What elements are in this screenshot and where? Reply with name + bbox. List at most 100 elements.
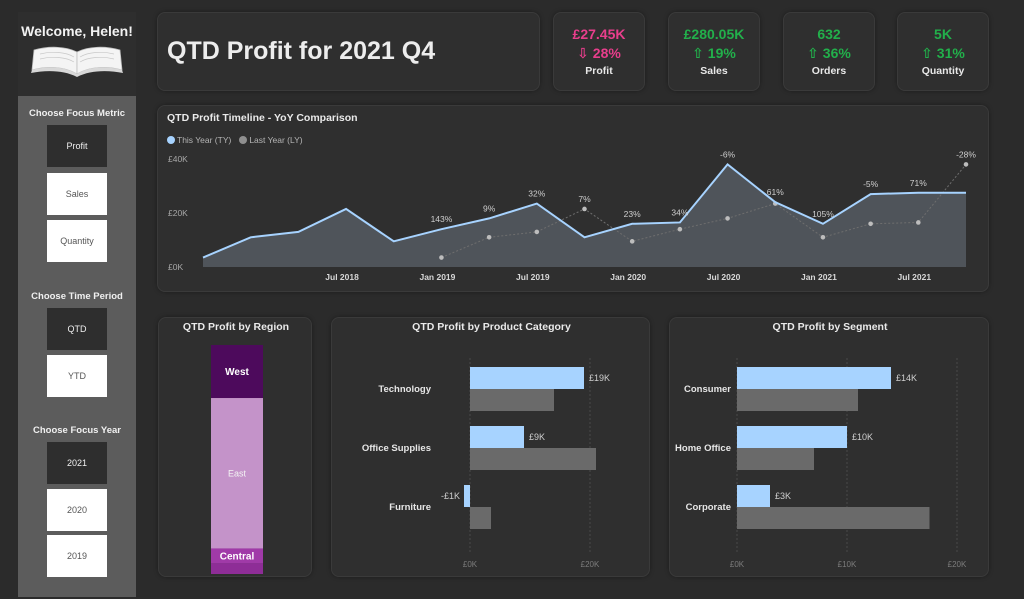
last-year-bar	[737, 389, 858, 411]
data-label: £19K	[589, 373, 610, 383]
period-button-ytd[interactable]: YTD	[47, 355, 107, 397]
x-tick-label: Jul 2018	[325, 272, 359, 282]
last-year-point	[963, 162, 969, 167]
data-label: £3K	[775, 491, 791, 501]
region-label: Central	[220, 551, 255, 562]
region-chart-card: QTD Profit by Region West East Central	[158, 317, 312, 577]
timeline-chart: £0K £20K £40K 143% 9% 32% 7% 23% 34% -6% 61% 105% -5…	[168, 149, 976, 282]
metric-button-profit[interactable]: Profit	[47, 125, 107, 167]
this-year-bar	[470, 367, 584, 389]
year-option-label: 2020	[66, 505, 88, 515]
yoy-label: 32%	[528, 189, 545, 199]
kpi-value: 5K	[934, 26, 952, 42]
segment-chart: £0K £10K £20K Consumer £14K Home Office £10K Co…	[675, 358, 967, 569]
metric-option-label: Quantity	[60, 236, 94, 246]
last-year-point	[629, 239, 635, 244]
x-tick-label: Jan 2021	[801, 272, 837, 282]
last-year-bar	[470, 389, 554, 411]
yoy-label: -28%	[956, 149, 976, 159]
kpi-change: ⇩ 28%	[577, 45, 621, 61]
region-label: East	[228, 469, 247, 479]
category-label: Corporate	[686, 502, 731, 513]
period-label: Choose Time Period	[31, 291, 123, 302]
category-chart-card: QTD Profit by Product Category £0K £20K Te…	[331, 317, 650, 577]
region-label: West	[225, 367, 249, 378]
this-year-bar	[737, 426, 847, 448]
data-label: £14K	[896, 373, 917, 383]
last-year-bar	[470, 448, 596, 470]
metric-button-quantity[interactable]: Quantity	[47, 220, 107, 262]
x-tick-label: £20K	[581, 560, 600, 569]
this-year-area	[203, 164, 966, 267]
kpi-change: ⇧ 19%	[692, 45, 736, 61]
year-label: Choose Focus Year	[33, 425, 121, 436]
metric-button-sales[interactable]: Sales	[47, 173, 107, 215]
last-year-point	[677, 226, 683, 232]
category-chart: £0K £20K Technology £19K Office Supplies £9K F…	[362, 358, 610, 569]
last-year-point	[439, 255, 444, 260]
kpi-card-sales: £280.05K ⇧ 19% Sales	[668, 12, 760, 91]
x-tick-label: Jul 2019	[516, 272, 550, 282]
data-label: -£1K	[441, 491, 460, 501]
period-option-label: YTD	[68, 371, 86, 381]
kpi-card-orders: 632 ⇧ 36% Orders	[783, 12, 875, 91]
data-label: £10K	[852, 432, 873, 442]
kpi-label: Quantity	[921, 65, 965, 77]
yoy-label: 34%	[671, 207, 688, 217]
yoy-label: -5%	[863, 179, 879, 189]
metric-option-label: Sales	[65, 189, 89, 199]
last-year-point	[868, 221, 873, 227]
kpi-change: ⇧ 36%	[807, 45, 851, 61]
title-card: QTD Profit for 2021 Q4	[157, 12, 540, 91]
x-tick-label: £0K	[730, 560, 745, 569]
kpi-label: Orders	[811, 65, 847, 77]
kpi-label: Profit	[585, 65, 613, 77]
last-year-point	[486, 235, 492, 240]
category-label: Office Supplies	[362, 443, 431, 454]
year-button-2020[interactable]: 2020	[47, 489, 107, 531]
period-button-qtd[interactable]: QTD	[47, 308, 107, 350]
year-button-2021[interactable]: 2021	[47, 442, 107, 484]
sidebar: Welcome, Helen! Choose Focus Metric Prof…	[18, 12, 136, 597]
data-label: £9K	[529, 432, 545, 442]
this-year-bar	[470, 426, 524, 448]
segment-chart-card: QTD Profit by Segment £0K £10K £20K Consume…	[669, 317, 989, 577]
sidebar-header: Welcome, Helen!	[18, 12, 136, 96]
category-label: Technology	[378, 384, 431, 395]
category-label: Home Office	[675, 443, 731, 454]
x-tick-label: Jul 2020	[707, 272, 741, 282]
yoy-label: 7%	[578, 194, 591, 204]
this-year-bar	[737, 485, 770, 507]
period-option-label: QTD	[67, 324, 87, 334]
last-year-point	[725, 216, 730, 221]
kpi-value: £27.45K	[572, 26, 626, 42]
kpi-change: ⇧ 31%	[921, 45, 965, 61]
yoy-label: 143%	[431, 214, 453, 224]
last-year-point	[916, 220, 921, 225]
open-book-icon	[31, 46, 123, 77]
kpi-value: 632	[817, 26, 841, 42]
this-year-bar	[464, 485, 470, 507]
last-year-point	[582, 206, 587, 212]
y-tick-label: £20K	[168, 208, 188, 218]
x-tick-label: £20K	[948, 560, 967, 569]
category-label: Consumer	[684, 384, 731, 395]
year-button-2019[interactable]: 2019	[47, 535, 107, 577]
yoy-label: 9%	[483, 203, 496, 213]
metric-label: Choose Focus Metric	[28, 108, 126, 119]
last-year-bar	[737, 507, 930, 529]
last-year-point	[820, 235, 826, 240]
y-tick-label: £0K	[168, 262, 183, 272]
kpi-card-quantity: 5K ⇧ 31% Quantity	[897, 12, 989, 91]
region-chart: West East Central	[211, 345, 263, 574]
yoy-label: -6%	[720, 149, 736, 159]
category-label: Furniture	[389, 502, 431, 513]
y-tick-label: £40K	[168, 154, 188, 164]
yoy-label: 71%	[910, 178, 927, 188]
last-year-bar	[470, 507, 491, 529]
yoy-label: 105%	[812, 209, 834, 219]
welcome-text: Welcome, Helen!	[21, 23, 133, 39]
kpi-value: £280.05K	[683, 26, 745, 42]
x-tick-label: £0K	[463, 560, 478, 569]
last-year-bar	[737, 448, 814, 470]
